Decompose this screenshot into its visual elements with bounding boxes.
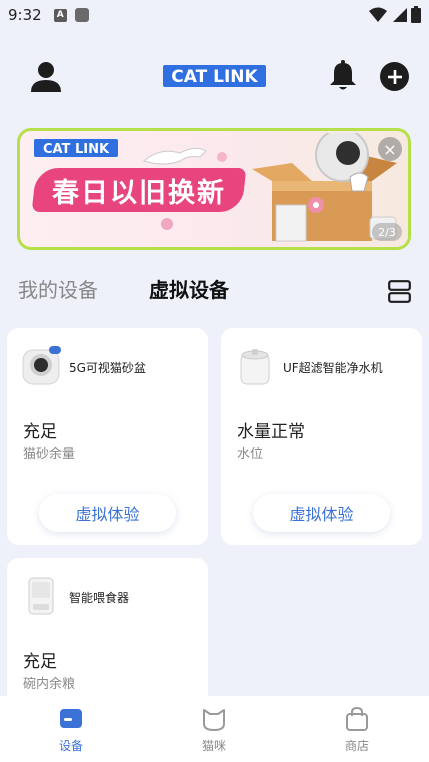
signal-icon	[393, 7, 407, 22]
tab-my-devices[interactable]: 我的设备	[18, 274, 98, 303]
device-status: 充足	[23, 652, 57, 672]
add-device-button[interactable]	[380, 62, 409, 91]
svg-text:CAT LINK: CAT LINK	[43, 142, 110, 157]
pet-feeder-icon	[28, 577, 54, 615]
list-layout-icon	[388, 280, 411, 303]
catlink-logo: CAT LINK	[163, 65, 266, 87]
banner-pager: 2/3	[372, 223, 402, 241]
promo-banner[interactable]: CAT LINK 春日以旧换新 × 2/3	[17, 128, 411, 250]
user-profile-button[interactable]	[30, 60, 62, 94]
bell-icon	[330, 60, 356, 90]
device-tabs: 我的设备 虚拟设备	[0, 270, 429, 310]
shop-bag-icon	[346, 706, 368, 731]
app-bar: CAT LINK	[0, 52, 429, 102]
cat-icon	[203, 709, 225, 731]
nav-label: 商店	[344, 739, 369, 753]
cat-illustration-icon	[142, 147, 207, 165]
device-card[interactable]: UF超滤智能净水机 水量正常 水位 虚拟体验	[221, 328, 422, 545]
device-name: UF超滤智能净水机	[283, 361, 383, 375]
wifi-icon	[369, 7, 387, 22]
device-name: 5G可视猫砂盆	[69, 361, 146, 375]
layout-toggle-button[interactable]	[388, 280, 411, 303]
device-status-label: 猫砂余量	[23, 447, 76, 462]
litter-box-icon	[22, 346, 61, 385]
virtual-experience-button[interactable]: 虚拟体验	[253, 494, 390, 532]
banner-title-ribbon: 春日以旧换新	[31, 168, 247, 212]
status-right-icons	[369, 6, 421, 23]
flower-icon	[217, 152, 227, 162]
banner-logo: CAT LINK	[34, 139, 118, 161]
notification-app-icon	[74, 8, 89, 22]
device-name: 智能喂食器	[69, 591, 130, 605]
device-status-label: 碗内余粮	[23, 677, 76, 692]
flower-icon	[161, 218, 173, 230]
notification-a-icon: A	[53, 8, 67, 22]
water-fountain-icon	[240, 349, 270, 385]
device-status-label: 水位	[237, 447, 264, 462]
banner-close-button[interactable]: ×	[378, 137, 402, 161]
nav-shop[interactable]: 商店	[317, 706, 397, 754]
battery-icon	[411, 6, 421, 23]
device-card[interactable]: 5G可视猫砂盆 充足 猫砂余量 虚拟体验	[7, 328, 208, 545]
add-icon	[387, 69, 402, 84]
device-status: 水量正常	[237, 422, 305, 442]
device-status: 充足	[23, 422, 57, 442]
nav-label: 设备	[58, 739, 83, 753]
nav-devices[interactable]: 设备	[31, 706, 111, 754]
virtual-experience-button[interactable]: 虚拟体验	[39, 494, 176, 532]
tab-virtual-devices[interactable]: 虚拟设备	[149, 274, 229, 303]
bottom-nav: 设备 猫咪 商店	[0, 696, 429, 762]
status-bar: 9:32 A	[0, 0, 429, 30]
device-icon	[60, 709, 82, 728]
device-card[interactable]: 智能喂食器 充足 碗内余粮	[7, 558, 208, 708]
status-time: 9:32	[8, 6, 42, 24]
nav-label: 猫咪	[201, 739, 226, 753]
user-icon	[31, 62, 61, 92]
svg-text:CAT LINK: CAT LINK	[171, 67, 258, 87]
nav-cats[interactable]: 猫咪	[174, 706, 254, 754]
notifications-button[interactable]	[328, 60, 358, 92]
banner-title: 春日以旧换新	[52, 177, 226, 209]
